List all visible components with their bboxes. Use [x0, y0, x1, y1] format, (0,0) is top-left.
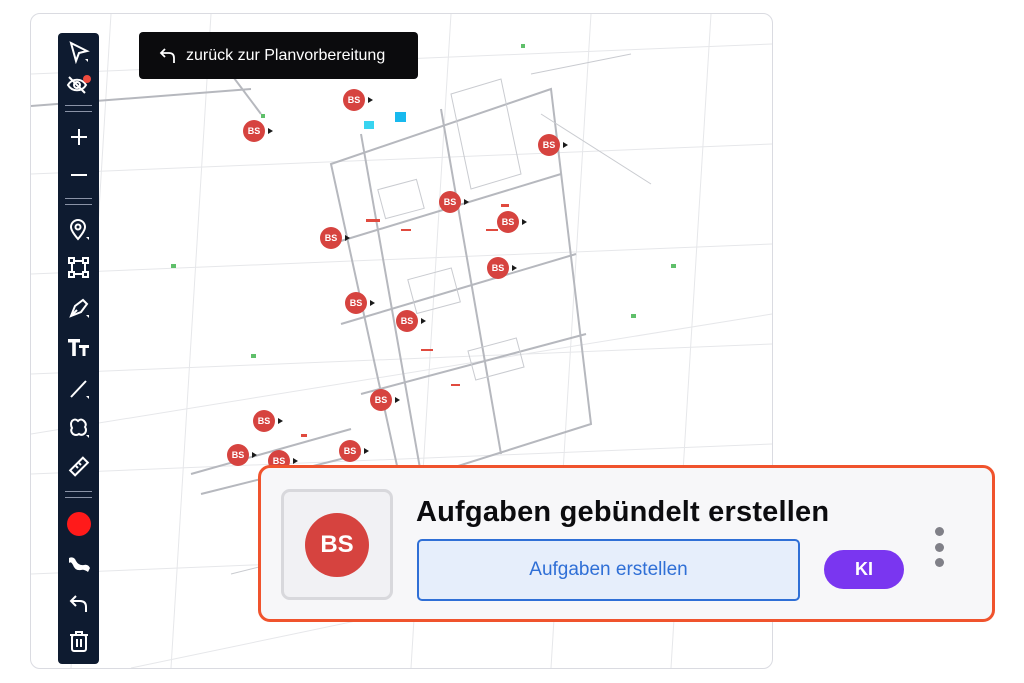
brush-stroke-icon — [68, 557, 90, 572]
thumbnail-marker: BS — [305, 512, 369, 577]
undo-arrow-icon — [159, 47, 175, 63]
toolbar-divider — [65, 198, 92, 205]
minus-icon — [70, 174, 87, 176]
cloud-shape-icon — [69, 418, 89, 438]
task-marker[interactable]: BS — [487, 257, 517, 279]
card-title: Aufgaben gebündelt erstellen — [416, 496, 830, 528]
eye-slash-icon — [66, 75, 91, 94]
create-tasks-button[interactable]: Aufgaben erstellen — [417, 539, 800, 601]
back-button-label: zurück zur Planvorbereitung — [186, 46, 386, 64]
text-tool[interactable] — [58, 332, 99, 364]
color-dot-icon — [66, 512, 91, 536]
bulk-task-card: BS Aufgaben gebündelt erstellen Aufgaben… — [258, 465, 995, 622]
color-picker[interactable] — [58, 508, 99, 540]
delete-button[interactable] — [58, 626, 99, 658]
task-marker[interactable]: BS — [339, 440, 369, 462]
undo-arrow-icon — [69, 595, 87, 612]
zoom-in-button[interactable] — [58, 121, 99, 153]
task-marker[interactable]: BS — [538, 134, 568, 156]
back-to-plan-preparation-button[interactable]: zurück zur Planvorbereitung — [139, 32, 418, 79]
ruler-icon — [68, 456, 89, 477]
vector-square-icon — [67, 257, 89, 278]
undo-button[interactable] — [58, 588, 99, 620]
task-marker[interactable]: BS — [345, 292, 375, 314]
task-marker[interactable]: BS — [439, 191, 469, 213]
toolbar-divider — [65, 105, 92, 112]
select-tool[interactable] — [58, 36, 99, 68]
toolbar-divider — [65, 491, 92, 498]
more-options-icon[interactable] — [931, 527, 947, 567]
ki-button[interactable]: KI — [824, 550, 904, 589]
cursor-arrow-icon — [68, 41, 90, 64]
zoom-out-button[interactable] — [58, 159, 99, 191]
task-marker[interactable]: BS — [396, 310, 426, 332]
area-tool[interactable] — [58, 252, 99, 284]
task-marker[interactable]: BS — [227, 444, 257, 466]
line-tool[interactable] — [58, 373, 99, 405]
drawing-toolbar — [58, 33, 99, 664]
task-marker[interactable]: BS — [243, 120, 273, 142]
stroke-tool[interactable] — [58, 548, 99, 580]
line-icon — [69, 380, 89, 399]
pen-tool[interactable] — [58, 292, 99, 324]
task-marker[interactable]: BS — [370, 389, 400, 411]
task-marker[interactable]: BS — [497, 211, 527, 233]
task-marker[interactable]: BS — [253, 410, 283, 432]
notification-badge — [82, 75, 91, 83]
cloud-tool[interactable] — [58, 412, 99, 444]
trash-icon — [69, 631, 88, 652]
visibility-toggle[interactable] — [58, 69, 99, 101]
text-size-icon — [67, 339, 89, 356]
pin-tool[interactable] — [58, 214, 99, 246]
task-marker[interactable]: BS — [343, 89, 373, 111]
map-pin-icon — [69, 219, 89, 241]
plus-icon — [70, 129, 87, 145]
measure-tool[interactable] — [58, 451, 99, 483]
task-marker[interactable]: BS — [320, 227, 350, 249]
pen-nib-icon — [68, 298, 89, 318]
marker-thumbnail: BS — [281, 489, 393, 600]
